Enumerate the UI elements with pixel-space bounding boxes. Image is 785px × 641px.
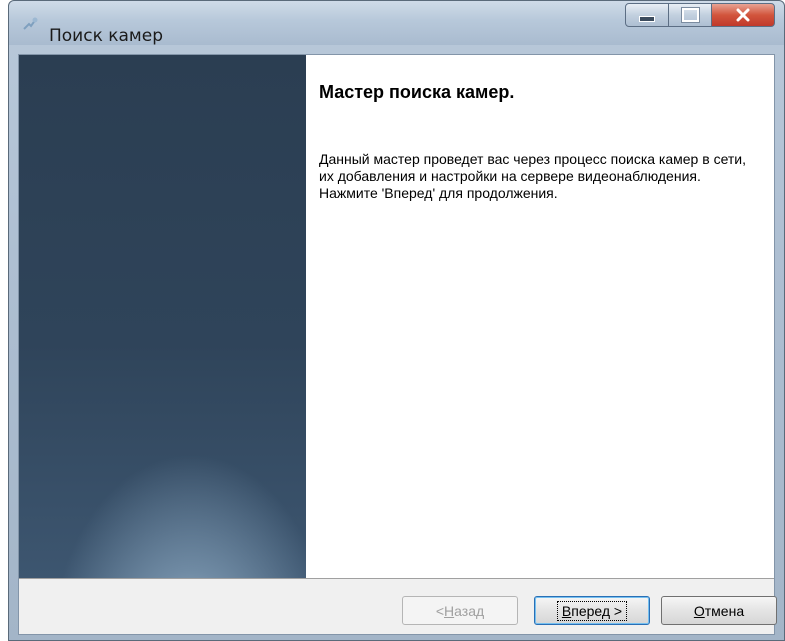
next-button-hotkey: В (561, 602, 572, 619)
cancel-button-label: тмена (704, 602, 745, 619)
back-button[interactable]: < Назад (402, 596, 518, 625)
wizard-content: Мастер поиска камер. Данный мастер прове… (306, 55, 774, 578)
minimize-button[interactable] (625, 3, 669, 27)
title-bar[interactable]: Поиск камер (9, 1, 784, 46)
back-button-hotkey: Н (444, 602, 455, 619)
cancel-button-hotkey: О (693, 602, 705, 619)
next-button-label: перед > (571, 602, 623, 619)
wizard-heading: Мастер поиска камер. (319, 82, 515, 102)
close-icon (736, 8, 750, 22)
back-button-label: азад (454, 602, 485, 619)
wizard-button-bar: < Назад Вперед > Отмена (19, 578, 777, 634)
minimize-icon (639, 16, 655, 22)
wizard-side-banner (19, 55, 306, 578)
close-button[interactable] (711, 3, 775, 27)
next-button-focus: Вперед > (556, 600, 628, 621)
window-title: Поиск камер (49, 26, 164, 46)
camera-search-icon (23, 17, 38, 30)
next-button[interactable]: Вперед > (534, 596, 650, 625)
maximize-icon (680, 7, 700, 23)
maximize-button[interactable] (668, 3, 712, 27)
wizard-window: Поиск камер Мастер поиска камер. Данный … (8, 0, 785, 641)
cancel-button[interactable]: Отмена (661, 596, 777, 625)
wizard-description: Данный мастер проведет вас через процесс… (319, 151, 747, 201)
wizard-client-area: Мастер поиска камер. Данный мастер прове… (18, 54, 777, 635)
back-button-prefix: < (435, 602, 445, 619)
